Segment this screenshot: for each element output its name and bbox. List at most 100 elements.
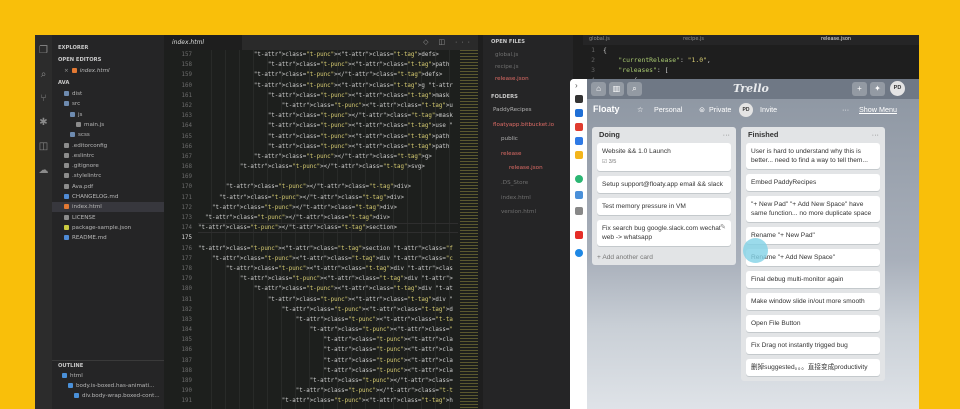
code-line[interactable]: [198, 233, 453, 243]
member-avatar[interactable]: PD: [739, 103, 753, 117]
code-line[interactable]: "t-attr">class="t-punc"><"t-attr">class=…: [198, 50, 453, 60]
code-line[interactable]: "t-attr">class="t-punc"></"t-attr">class…: [198, 70, 453, 80]
outline-item[interactable]: html: [52, 371, 164, 381]
file-tree-item[interactable]: dist: [52, 89, 164, 99]
home-icon[interactable]: ⌂: [591, 82, 606, 96]
docker-icon[interactable]: ☁: [38, 165, 49, 176]
code-line[interactable]: "t-attr">class="t-punc"><"t-attr">class=…: [198, 284, 453, 294]
code-line[interactable]: "t-attr">class="t-punc"><"t-attr">class=…: [198, 356, 453, 366]
folder-item[interactable]: version.html: [483, 207, 573, 218]
trello-card[interactable]: Open File Button: [746, 315, 880, 332]
file-tree-item[interactable]: .stylelintrc: [52, 171, 164, 181]
code-line[interactable]: [198, 172, 453, 182]
file-tree-item[interactable]: scss: [52, 130, 164, 140]
add-card-button[interactable]: + Add another card: [592, 251, 736, 265]
outline-item[interactable]: body.is-boxed.has-animati...: [52, 381, 164, 391]
code-line[interactable]: "t-attr">class="t-punc"></"t-attr">class…: [198, 203, 453, 213]
youtube-icon[interactable]: [575, 231, 583, 239]
app-icon-light-blue[interactable]: [575, 191, 583, 199]
tab-global-js[interactable]: global.js: [589, 36, 610, 42]
notifications-icon[interactable]: ✦: [870, 82, 885, 96]
open-file-item[interactable]: global.js: [483, 50, 573, 61]
open-editor-item[interactable]: × index.html: [52, 66, 164, 76]
trello-card[interactable]: Test memory pressure in VM: [597, 198, 731, 215]
json-line[interactable]: {: [603, 46, 607, 54]
file-tree-item[interactable]: .editorconfig: [52, 141, 164, 151]
code-line[interactable]: "t-attr">class="t-punc"></"t-attr">class…: [198, 376, 453, 386]
code-line[interactable]: "t-attr">class="t-punc"><"t-attr">class=…: [198, 396, 453, 406]
code-line[interactable]: "t-attr">class="t-punc"><"t-attr">class=…: [198, 244, 453, 254]
trello-card[interactable]: "+ New Pad" "+ Add New Space" have same …: [746, 196, 880, 222]
code-line[interactable]: "t-attr">class="t-punc"></"t-attr">class…: [198, 162, 453, 172]
list-header[interactable]: Doing ···: [592, 127, 736, 143]
trello-card[interactable]: 删掉suggested。。。直接变成productivity: [746, 359, 880, 376]
trello-card[interactable]: Fix Drag not instantly trigged bug: [746, 337, 880, 354]
json-line[interactable]: "currentRelease": "1.0",: [603, 56, 710, 64]
trello-card[interactable]: Rename "+ New Pad": [746, 227, 880, 244]
trello-card[interactable]: Final debug multi-monitor again: [746, 271, 880, 288]
edit-pencil-icon[interactable]: ✎: [720, 223, 726, 232]
file-tree-item[interactable]: src: [52, 99, 164, 109]
code-line[interactable]: "t-attr">class="t-punc"><"t-attr">class=…: [198, 325, 453, 335]
source-control-icon[interactable]: ⑂: [38, 93, 49, 104]
trello-card[interactable]: Embed PaddyRecipes: [746, 174, 880, 191]
code-line[interactable]: "t-attr">class="t-punc"></"t-attr">class…: [198, 182, 453, 192]
trello-card[interactable]: Website && 1.0 Launch ☑ 3/5: [597, 143, 731, 171]
file-tree-item[interactable]: LICENSE: [52, 213, 164, 223]
folder-item[interactable]: index.html: [483, 193, 573, 204]
trello-app-icon[interactable]: [575, 109, 583, 117]
tab-recipe-js[interactable]: recipe.js: [683, 36, 704, 42]
code-line[interactable]: "t-attr">class="t-punc"><"t-attr">class=…: [198, 142, 453, 152]
editor-actions[interactable]: ◇ ◫ ···: [423, 38, 474, 46]
chevron-right-icon[interactable]: ›: [575, 81, 578, 90]
app-icon-blue[interactable]: [575, 137, 583, 145]
folder-item[interactable]: .DS_Store: [483, 178, 573, 189]
code-line[interactable]: "t-attr">class="t-punc"><"t-attr">class=…: [198, 345, 453, 355]
trello-card[interactable]: Fix search bug google.slack.com wechat w…: [597, 220, 731, 246]
add-icon[interactable]: +: [852, 82, 867, 96]
file-tree-item[interactable]: index.html: [52, 202, 164, 213]
code-line[interactable]: "t-attr">class="t-punc"><"t-attr">class=…: [198, 254, 453, 264]
file-tree-item[interactable]: CHANGELOG.md: [52, 192, 164, 202]
code-line[interactable]: "t-attr">class="t-punc"><"t-attr">class=…: [198, 264, 453, 274]
code-line[interactable]: "t-attr">class="t-punc"><"t-attr">class=…: [198, 91, 453, 101]
close-icon[interactable]: ×: [64, 68, 69, 74]
code-line[interactable]: "t-attr">class="t-punc"></"t-attr">class…: [198, 193, 453, 203]
code-line[interactable]: "t-attr">class="t-punc"><"t-attr">class=…: [198, 81, 453, 91]
minimap[interactable]: [460, 50, 478, 409]
trello-card[interactable]: Make window slide in/out more smooth: [746, 293, 880, 310]
code-editor[interactable]: 157 158 159 160 161 162 163 164 165 166 167 168 169 1…: [164, 50, 478, 409]
app-icon-red[interactable]: [575, 123, 583, 131]
file-tree-item[interactable]: package-sample.json: [52, 223, 164, 233]
search-icon[interactable]: ⌕: [627, 82, 642, 96]
code-line[interactable]: "t-attr">class="t-punc"><"t-attr">class=…: [198, 305, 453, 315]
code-line[interactable]: "t-attr">class="t-punc"><"t-attr">class=…: [198, 60, 453, 70]
list-menu-icon[interactable]: ···: [872, 127, 879, 143]
folder-item[interactable]: release: [483, 149, 573, 160]
file-tree-item[interactable]: js: [52, 110, 164, 120]
code-line[interactable]: "t-attr">class="t-punc"></"t-attr">class…: [198, 111, 453, 121]
folder-item[interactable]: release.json: [483, 163, 573, 174]
list-header[interactable]: Finished ···: [741, 127, 885, 143]
file-tree-item[interactable]: main.js: [52, 120, 164, 130]
star-icon[interactable]: ☆: [637, 105, 643, 114]
code-line[interactable]: "t-attr">class="t-punc"><"t-attr">class=…: [198, 366, 453, 376]
code-line[interactable]: "t-attr">class="t-punc"><"t-attr">class=…: [198, 101, 453, 111]
tab-index-html[interactable]: index.html: [164, 35, 242, 50]
code-line[interactable]: "t-attr">class="t-punc"><"t-attr">class=…: [198, 295, 453, 305]
open-file-item[interactable]: recipe.js: [483, 62, 573, 73]
folder-item[interactable]: PaddyRecipes: [483, 105, 573, 116]
code-line[interactable]: "t-attr">class="t-punc"><"t-attr">class=…: [198, 335, 453, 345]
code-line[interactable]: "t-attr">class="t-punc"></"t-attr">class…: [198, 386, 453, 396]
messenger-icon[interactable]: [575, 249, 583, 257]
code-line[interactable]: "t-attr">class="t-punc"><"t-attr">class=…: [198, 315, 453, 325]
file-tree-item[interactable]: .gitignore: [52, 161, 164, 171]
code-line[interactable]: "t-attr">class="t-punc"></"t-attr">class…: [198, 152, 453, 162]
outline-section[interactable]: OUTLINE: [52, 360, 164, 370]
show-menu-button[interactable]: Show Menu: [859, 105, 897, 114]
file-tree-item[interactable]: .eslintrc: [52, 151, 164, 161]
trello-card[interactable]: Setup support@floaty.app email && slack: [597, 176, 731, 193]
project-section[interactable]: AVA: [52, 78, 164, 88]
invite-button[interactable]: Invite: [760, 105, 777, 114]
json-line[interactable]: "releases": [: [603, 66, 668, 74]
